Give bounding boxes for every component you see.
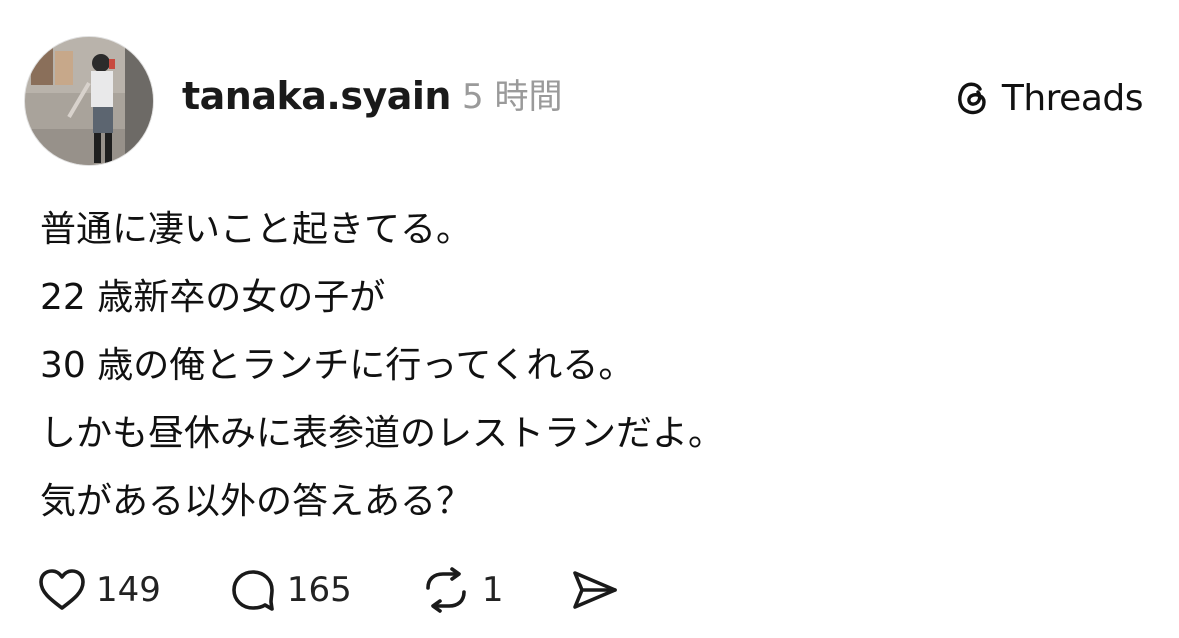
avatar[interactable] [24,36,154,166]
post-text-line: しかも昼休みに表参道のレストランだよ。 [40,413,725,454]
repost-icon [426,567,466,613]
post-text-line: 気がある以外の答えある？ [40,481,473,522]
like-count: 149 [96,570,161,610]
post-text-line: 22 歳新卒の女の子が [40,277,386,318]
share-button[interactable] [569,566,621,614]
post-timestamp: 5 時間 [462,77,563,117]
reply-button[interactable]: 165 [227,566,352,614]
reply-count: 165 [286,570,352,610]
comment-bubble-icon [232,570,274,611]
post-actions: 149 165 1 [36,564,687,616]
brand-name: Threads [1001,77,1144,119]
like-button[interactable]: 149 [36,566,161,614]
repost-button[interactable]: 1 [418,566,504,614]
repost-count: 1 [481,570,504,610]
username[interactable]: tanaka.syain [182,72,451,120]
avatar-photo [25,37,153,165]
threads-post-card: tanaka.syain 5 時間 Threads 普通に凄いこと起きてる。 2… [0,0,1179,638]
send-icon [573,571,618,609]
post-text-line: 普通に凄いこと起きてる。 [40,209,473,250]
post-body: 普通に凄いこと起きてる。 22 歳新卒の女の子が 30 歳の俺とランチに行ってく… [40,196,1140,536]
threads-logo-icon [957,82,986,115]
heart-icon [39,569,85,610]
post-text-line: 30 歳の俺とランチに行ってくれる。 [40,345,635,386]
threads-brand: Threads [950,74,1144,122]
